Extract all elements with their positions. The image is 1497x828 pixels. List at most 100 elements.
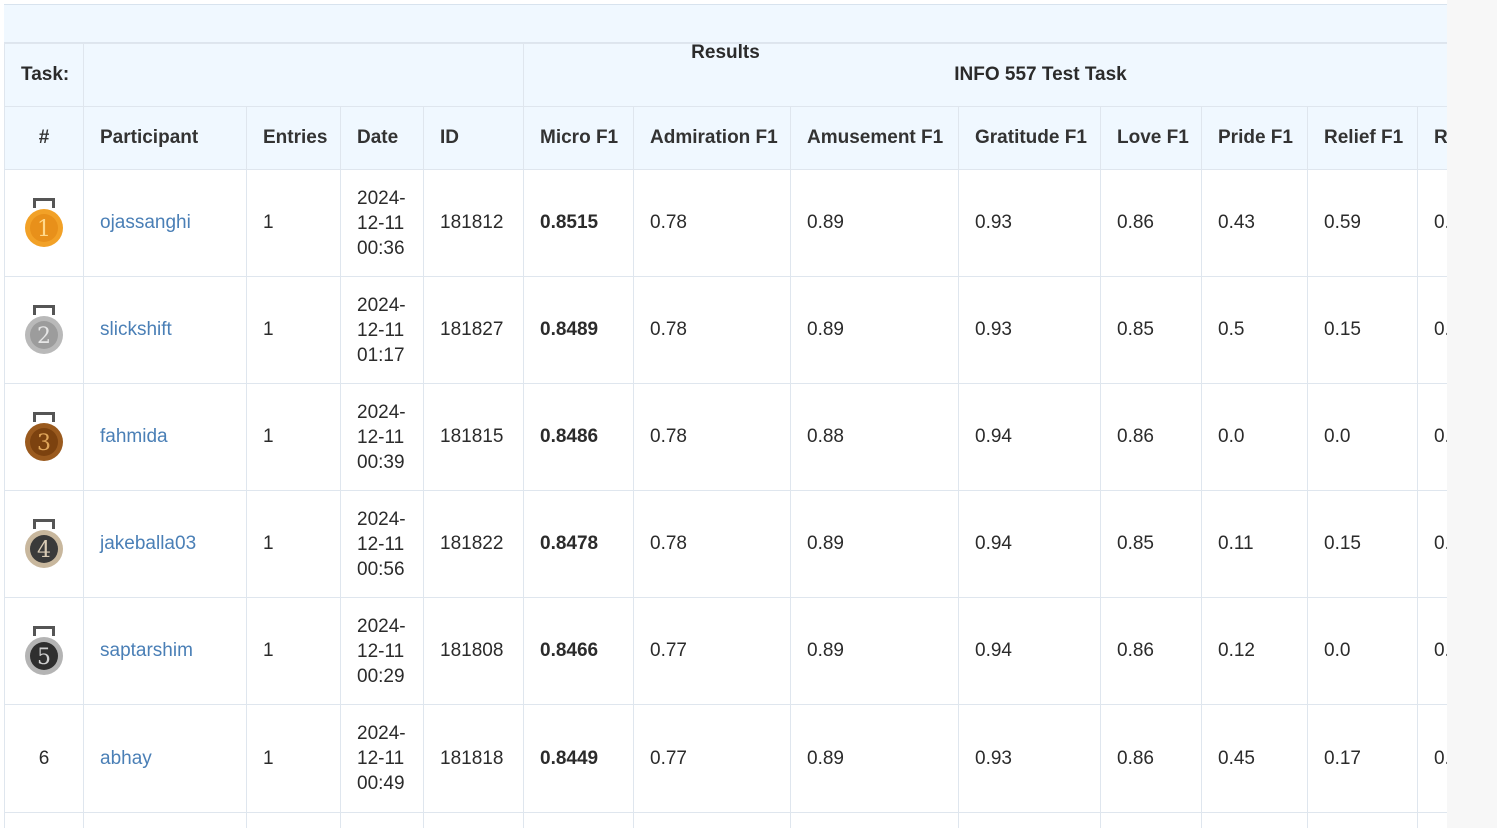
table-row: 1 ojassanghi 1 2024- 12-11 00:36 181812 0.8515 0… bbox=[4, 169, 1447, 277]
table-row: 6 abhay 1 2024- 12-11 00:49 181818 0.8449 0.77 0.… bbox=[4, 704, 1447, 813]
cell-rank: 5 bbox=[4, 597, 84, 705]
cell-admiration-f1: 0.77 bbox=[633, 704, 791, 813]
cell-pride-f1: 0.12 bbox=[1201, 597, 1308, 705]
page-gutter bbox=[1447, 0, 1497, 828]
cell-rank: 6 bbox=[4, 704, 84, 813]
cell-date: 2024- 12-11 00:36 bbox=[340, 169, 424, 277]
column-header-amusement-f1[interactable]: Amusement F1 bbox=[790, 106, 959, 170]
cell-gratitude-f1: 0.94 bbox=[958, 597, 1101, 705]
leaderboard-table: Task: Results INFO 557 Test Task # Parti… bbox=[4, 43, 1447, 828]
date-line: 01:17 bbox=[357, 344, 405, 366]
table-row: 4 jakeballa03 1 2024- 12-11 00:56 181822 0.8478… bbox=[4, 490, 1447, 598]
cell-next: 0. bbox=[1417, 276, 1447, 384]
cell-entries: 1 bbox=[246, 704, 341, 813]
results-title: Results bbox=[691, 43, 760, 63]
date-line: 2024- bbox=[357, 401, 406, 423]
participant-link[interactable]: saptarshim bbox=[100, 640, 193, 661]
cell-entries: 1 bbox=[246, 490, 341, 598]
participant-link[interactable]: slickshift bbox=[100, 319, 172, 340]
task-label: Task: bbox=[4, 43, 84, 107]
column-header-pride-f1[interactable]: Pride F1 bbox=[1201, 106, 1308, 170]
cell-amusement-f1: 0.89 bbox=[790, 597, 959, 705]
date-line: 00:29 bbox=[357, 665, 405, 687]
medal-fifth-icon: 5 bbox=[25, 626, 63, 675]
cell-love-f1: 0.86 bbox=[1100, 169, 1202, 277]
empty-cell bbox=[4, 812, 84, 828]
medal-rank-number: 4 bbox=[37, 538, 51, 563]
cell-micro-f1: 0.8489 bbox=[523, 276, 634, 384]
leaderboard-viewport[interactable]: Task: Results INFO 557 Test Task # Parti… bbox=[4, 4, 1447, 828]
cell-relief-f1: 0.0 bbox=[1307, 383, 1418, 491]
participant-link[interactable]: fahmida bbox=[100, 426, 168, 447]
cell-admiration-f1: 0.78 bbox=[633, 169, 791, 277]
empty-cell bbox=[423, 812, 524, 828]
column-header-relief-f1[interactable]: Relief F1 bbox=[1307, 106, 1418, 170]
cell-amusement-f1: 0.89 bbox=[790, 490, 959, 598]
date-line: 00:49 bbox=[357, 773, 405, 794]
cell-entries: 1 bbox=[246, 597, 341, 705]
cell-participant: jakeballa03 bbox=[83, 490, 247, 598]
leaderboard-body: 1 ojassanghi 1 2024- 12-11 00:36 181812 0.8515 0… bbox=[4, 169, 1447, 828]
date-line: 2024- bbox=[357, 294, 406, 316]
cell-next: 0. bbox=[1417, 490, 1447, 598]
column-header-micro-f1[interactable]: Micro F1 bbox=[523, 106, 634, 170]
date-line: 2024- bbox=[357, 508, 406, 530]
cell-pride-f1: 0.43 bbox=[1201, 169, 1308, 277]
medal-bronze-icon: 3 bbox=[25, 412, 63, 461]
date-line: 2024- bbox=[357, 615, 406, 637]
date-line: 12-11 bbox=[357, 212, 405, 234]
cell-participant: fahmida bbox=[83, 383, 247, 491]
cell-next: 0. bbox=[1417, 383, 1447, 491]
cell-admiration-f1: 0.77 bbox=[633, 597, 791, 705]
participant-link[interactable]: ojassanghi bbox=[100, 212, 191, 233]
participant-link[interactable]: abhay bbox=[100, 748, 152, 769]
empty-cell bbox=[83, 812, 247, 828]
medal-rank-number: 3 bbox=[37, 431, 51, 456]
cell-participant: abhay bbox=[83, 704, 247, 813]
cell-id: 181818 bbox=[423, 704, 524, 813]
column-header-next[interactable]: R bbox=[1417, 106, 1447, 170]
empty-cell bbox=[633, 812, 791, 828]
cell-admiration-f1: 0.78 bbox=[633, 276, 791, 384]
top-band bbox=[4, 4, 1447, 43]
medal-rank-number: 2 bbox=[37, 324, 51, 349]
column-header-id[interactable]: ID bbox=[423, 106, 524, 170]
empty-cell bbox=[1201, 812, 1308, 828]
column-header-entries[interactable]: Entries bbox=[246, 106, 341, 170]
cell-pride-f1: 0.45 bbox=[1201, 704, 1308, 813]
empty-cell bbox=[958, 812, 1101, 828]
cell-relief-f1: 0.17 bbox=[1307, 704, 1418, 813]
column-header-row: # Participant Entries Date ID Micro F1 A… bbox=[4, 106, 1447, 170]
rank-number: 6 bbox=[38, 747, 50, 769]
medal-fourth-icon: 4 bbox=[25, 519, 63, 568]
date-line: 00:36 bbox=[357, 237, 405, 259]
column-header-date[interactable]: Date bbox=[340, 106, 424, 170]
cell-love-f1: 0.86 bbox=[1100, 704, 1202, 813]
column-header-love-f1[interactable]: Love F1 bbox=[1100, 106, 1202, 170]
cell-love-f1: 0.85 bbox=[1100, 490, 1202, 598]
cell-participant: saptarshim bbox=[83, 597, 247, 705]
date-line: 2024- bbox=[357, 723, 406, 744]
cell-gratitude-f1: 0.94 bbox=[958, 383, 1101, 491]
cell-micro-f1: 0.8449 bbox=[523, 704, 634, 813]
cell-date: 2024- 12-11 00:49 bbox=[340, 704, 424, 813]
medal-rank-number: 5 bbox=[37, 645, 51, 670]
cell-id: 181815 bbox=[423, 383, 524, 491]
cell-love-f1: 0.86 bbox=[1100, 597, 1202, 705]
column-header-admiration-f1[interactable]: Admiration F1 bbox=[633, 106, 791, 170]
results-header: Results INFO 557 Test Task bbox=[523, 43, 1447, 107]
empty-cell bbox=[340, 812, 424, 828]
empty-cell bbox=[523, 812, 634, 828]
column-header-rank[interactable]: # bbox=[4, 106, 84, 170]
cell-entries: 1 bbox=[246, 276, 341, 384]
cell-rank: 2 bbox=[4, 276, 84, 384]
date-line: 00:39 bbox=[357, 451, 405, 473]
column-header-participant[interactable]: Participant bbox=[83, 106, 247, 170]
cell-entries: 1 bbox=[246, 169, 341, 277]
empty-cell bbox=[790, 812, 959, 828]
participant-link[interactable]: jakeballa03 bbox=[100, 533, 196, 554]
cell-pride-f1: 0.5 bbox=[1201, 276, 1308, 384]
column-header-gratitude-f1[interactable]: Gratitude F1 bbox=[958, 106, 1101, 170]
medal-gold-icon: 1 bbox=[25, 198, 63, 247]
cell-micro-f1: 0.8515 bbox=[523, 169, 634, 277]
